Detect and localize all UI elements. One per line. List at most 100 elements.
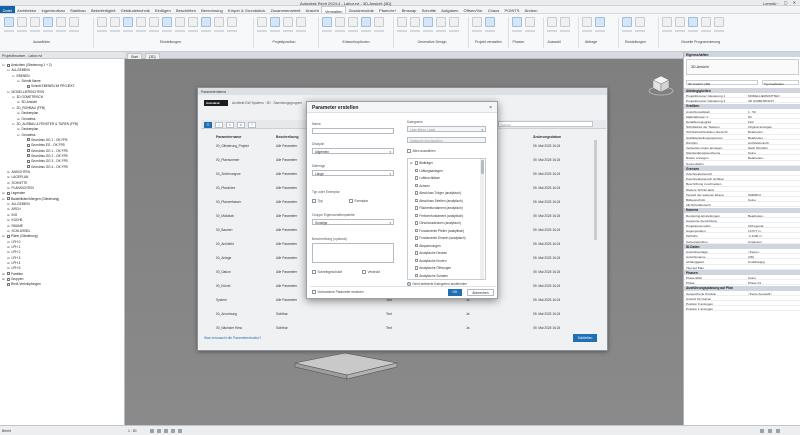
tree-node[interactable]: ⊟ Schnitt Name	[17, 79, 41, 83]
tree-node[interactable]: ⊞ ING	[7, 213, 17, 217]
tree-node[interactable]: ⊞ LPH 2	[7, 250, 20, 254]
tree-node[interactable]: ⊟ 2D_AUSBAU & FENSTER & TÜREN (FFB)	[12, 122, 78, 126]
ribbon-tool-icon[interactable]	[423, 17, 433, 27]
tree-node[interactable]: ⊞ ARCH	[7, 207, 21, 211]
ribbon-tool-icon[interactable]	[675, 17, 685, 27]
tree-node[interactable]: Grundriss OG 4 - OK FFB	[22, 165, 68, 169]
menu-tab-13[interactable]: Zusatzmodule	[346, 6, 376, 13]
tree-node[interactable]: Grundriss OG 1 - OK FFB	[22, 149, 68, 153]
expand-toggle-icon[interactable]: ⊟	[17, 133, 20, 137]
select-links-icon[interactable]	[768, 428, 772, 433]
parameter-cell[interactable]: Ja	[466, 326, 469, 330]
column-header[interactable]: Änderungsdatum	[533, 135, 561, 139]
menu-tab-20[interactable]: POINTS	[502, 6, 522, 13]
tree-node[interactable]: Revit-Verknüpfungen	[2, 282, 41, 286]
parameter-list-scrollbar[interactable]	[594, 140, 597, 240]
expand-toggle-icon[interactable]: ⊟	[7, 90, 10, 94]
discipline-select[interactable]: Allgemein ▾	[312, 148, 394, 154]
expand-toggle-icon[interactable]: ⊟	[17, 79, 20, 83]
menu-tab-11[interactable]: Ansicht	[303, 6, 321, 13]
ribbon-tool-icon[interactable]	[4, 17, 14, 27]
tree-node[interactable]: ⊞ Deckenplan	[17, 111, 38, 115]
expand-toggle-icon[interactable]: ⊞	[7, 224, 10, 228]
expand-toggle-icon[interactable]: ⊟	[12, 122, 15, 126]
category-checkbox[interactable]	[414, 206, 418, 210]
parameter-cell[interactable]: 00_Planverfasser	[216, 200, 241, 204]
category-checkbox[interactable]	[414, 258, 418, 263]
ribbon-tool-icon[interactable]	[201, 17, 211, 27]
category-item[interactable]: Flächenfundament (analytisch)	[410, 206, 463, 210]
category-checkbox[interactable]	[414, 273, 418, 278]
expand-toggle-icon[interactable]: ⊞	[7, 250, 10, 254]
ribbon-tool-icon[interactable]	[175, 17, 185, 27]
menu-tab-12[interactable]: Verwalten	[321, 6, 347, 14]
expand-toggle-icon[interactable]: ⊞	[17, 100, 20, 104]
ribbon-tool-icon[interactable]	[296, 17, 306, 27]
category-item[interactable]: Achsen	[410, 184, 430, 188]
tree-node[interactable]: ⊞ Legenden	[2, 191, 25, 195]
ribbon-tool-icon[interactable]	[123, 17, 133, 27]
parameter-cell[interactable]: 09. Mai 2025 16:24	[533, 172, 560, 176]
ribbon-tool-icon[interactable]	[56, 17, 66, 27]
tree-node[interactable]: ⊞ LPH 3	[7, 256, 20, 260]
ribbon-tool-icon[interactable]	[374, 17, 384, 27]
ribbon-tool-icon[interactable]	[43, 17, 53, 27]
tree-node[interactable]: ⊟ EBENEN	[12, 74, 30, 78]
parameter-cell[interactable]: 00_Zeichnungsnr	[216, 172, 241, 176]
category-checkbox[interactable]	[414, 198, 418, 203]
menu-tab-5[interactable]: Gebäudetechnik	[118, 6, 152, 13]
expand-toggle-icon[interactable]: ⊞	[17, 127, 20, 131]
tree-node[interactable]: ⊟ Bauteillisten/Mengen (Gliederung)	[2, 197, 59, 201]
tag-icon[interactable]: ◇	[215, 121, 223, 128]
expand-toggle-icon[interactable]: ⊞	[2, 191, 5, 195]
category-scroll-thumb[interactable]	[480, 160, 484, 174]
category-item[interactable]: Analytische Decken	[410, 251, 447, 255]
category-item[interactable]: Analytische Schalen	[410, 274, 448, 278]
ribbon-tool-icon[interactable]	[149, 17, 159, 27]
detail-level-icon[interactable]	[150, 428, 154, 433]
parameter-cell[interactable]: 00_Nächster Hinw	[216, 326, 242, 330]
parameter-cell[interactable]: Alle Parameter	[276, 270, 297, 274]
expand-toggle-icon[interactable]: ⊞	[7, 218, 10, 222]
tree-node[interactable]: ⊞ PLANSICHTEN	[7, 186, 34, 190]
shadows-icon[interactable]	[171, 428, 175, 433]
parameter-cell[interactable]: 00_Datum	[216, 270, 231, 274]
parameter-cell[interactable]: 09. Mai 2025 16:24	[533, 326, 560, 330]
property-value[interactable]: -3,1100 m	[748, 234, 762, 238]
filter-select[interactable]: Liste filtern: Lamb ▾	[407, 126, 486, 132]
category-checkbox[interactable]	[414, 168, 418, 173]
property-value[interactable]: Bearbeiten...	[748, 130, 766, 134]
category-item[interactable]: Geschossdecken (analytisch)	[410, 221, 461, 225]
category-checkbox[interactable]	[414, 213, 418, 218]
property-value[interactable]: Bearbeiten...	[748, 214, 766, 218]
list-view-icon[interactable]: ☰	[204, 121, 212, 128]
property-value[interactable]: Anpassen	[748, 240, 762, 244]
parameter-cell[interactable]: 09. Mai 2025 16:24	[533, 270, 560, 274]
menu-tab-4[interactable]: Betonfertigteil	[88, 6, 118, 13]
category-item[interactable]: Analytische Öffnungen	[410, 266, 451, 270]
category-checkbox[interactable]	[414, 183, 418, 188]
expand-toggle-icon[interactable]: ⊟	[12, 74, 15, 78]
ribbon-tool-icon[interactable]	[410, 17, 420, 27]
parameter-cell[interactable]: 00_Maßstab	[216, 214, 234, 218]
select-pinned-icon[interactable]	[776, 428, 780, 433]
parameter-cell[interactable]: Alle Parameter	[276, 284, 297, 288]
ribbon-tool-icon[interactable]	[348, 17, 358, 27]
expand-toggle-icon[interactable]: ⊟	[2, 234, 5, 238]
ribbon-tool-icon[interactable]	[270, 17, 280, 27]
parameter-cell[interactable]: Alle Parameter	[276, 214, 297, 218]
category-checkbox[interactable]	[414, 228, 418, 233]
ribbon-tool-icon[interactable]	[17, 17, 27, 27]
category-item[interactable]: Fundamente Pfeiler (analytisch)	[410, 229, 464, 233]
category-checkbox[interactable]	[414, 243, 418, 248]
user-name[interactable]: Lemnik	[763, 1, 776, 6]
expand-toggle-icon[interactable]: ⊟	[2, 197, 5, 201]
menu-tab-18[interactable]: Öffnen/Vor	[461, 6, 485, 13]
close-icon[interactable]: ×	[489, 105, 492, 111]
ribbon-tool-icon[interactable]	[162, 17, 172, 27]
tree-node[interactable]: ⊟ Pläne (Gliederung)	[2, 234, 38, 238]
type-selector[interactable]: 3D-Ansicht	[686, 59, 799, 75]
property-row[interactable]: Position 1 anzeigen	[684, 306, 800, 312]
property-value[interactable]: MODELLIERSICHTEN	[748, 94, 779, 98]
expand-toggle-icon[interactable]: ⊞	[7, 170, 10, 174]
